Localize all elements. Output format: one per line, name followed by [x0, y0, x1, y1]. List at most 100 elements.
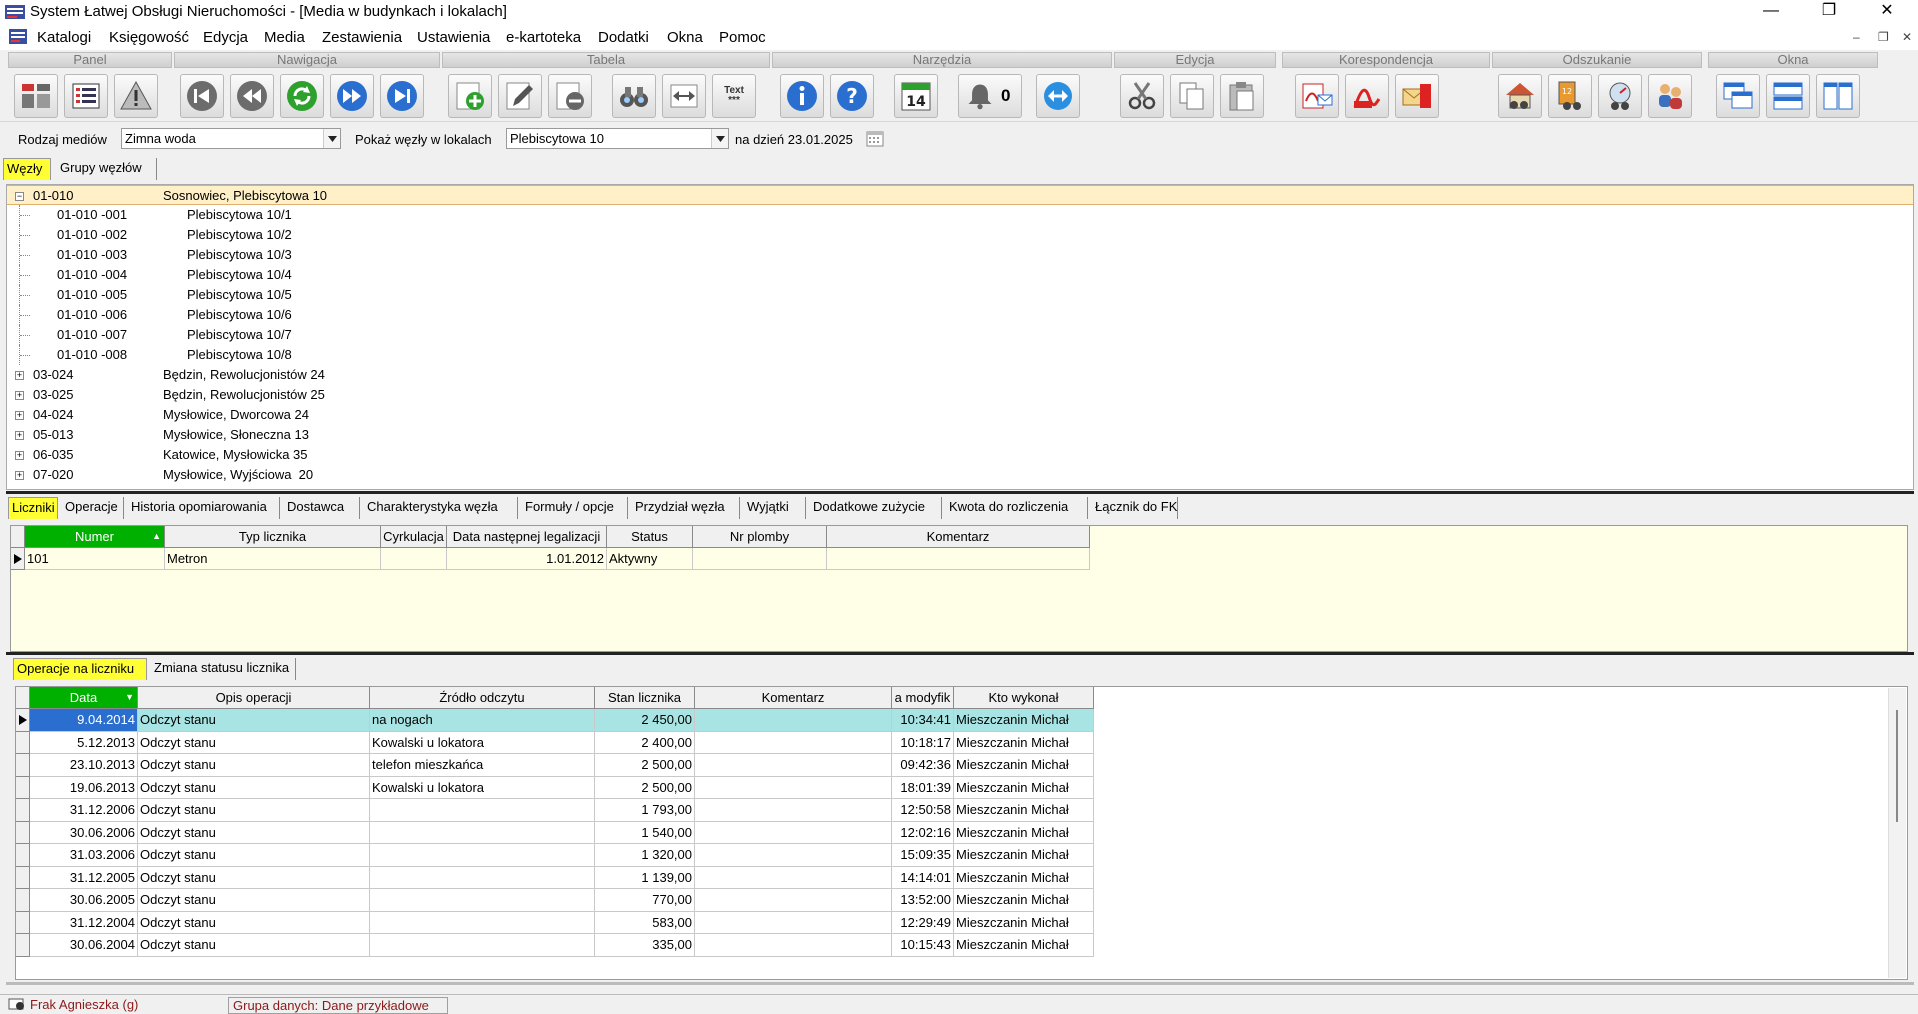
tree-node[interactable]: −01-010 Sosnowiec, Plebiscytowa 10 — [7, 185, 1913, 205]
meter-status-cell[interactable]: Aktywny — [607, 548, 693, 570]
panel-layout-button[interactable] — [14, 74, 58, 118]
tile-horizontal-button[interactable] — [1766, 74, 1810, 118]
text-export-button[interactable]: Text *** — [712, 74, 756, 118]
tree-node[interactable]: 01-010 -002 Plebiscytowa 10/2 — [7, 225, 1913, 245]
tile-vertical-button[interactable] — [1816, 74, 1860, 118]
meter-reading-cell[interactable]: 1 139,00 — [595, 866, 695, 889]
edit-record-button[interactable] — [498, 74, 542, 118]
performed-by-cell[interactable]: Mieszczanin Michał — [954, 754, 1094, 777]
operation-description-cell[interactable]: Odczyt stanu — [138, 821, 370, 844]
tab-detail[interactable]: Operacje — [62, 497, 124, 519]
tree-node[interactable]: +06-035 Katowice, Mysłowicka 35 — [7, 445, 1913, 465]
reading-source-cell[interactable]: Kowalski u lokatora — [370, 731, 595, 754]
column-header[interactable]: Numer ▲ — [25, 526, 165, 548]
reading-source-cell[interactable]: telefon mieszkańca — [370, 754, 595, 777]
operation-date-cell[interactable]: 5.12.2013 — [30, 731, 138, 754]
panel-list-button[interactable] — [64, 74, 108, 118]
performed-by-cell[interactable]: Mieszczanin Michał — [954, 731, 1094, 754]
reading-source-cell[interactable] — [370, 844, 595, 867]
menu-e-kartoteka[interactable]: e-kartoteka — [506, 29, 581, 46]
column-width-button[interactable] — [662, 74, 706, 118]
reading-source-cell[interactable]: Kowalski u lokatora — [370, 776, 595, 799]
find-building-button[interactable] — [1498, 74, 1542, 118]
operation-date-cell[interactable]: 30.06.2005 — [30, 889, 138, 912]
tab-detail[interactable]: Dodatkowe zużycie — [810, 497, 942, 519]
tab-detail[interactable]: Historia opomiarowania — [128, 497, 280, 519]
meter-reading-cell[interactable]: 2 500,00 — [595, 754, 695, 777]
operation-date-cell[interactable]: 23.10.2013 — [30, 754, 138, 777]
tree-node[interactable]: 01-010 -006 Plebiscytowa 10/6 — [7, 305, 1913, 325]
performed-by-cell[interactable]: Mieszczanin Michał — [954, 866, 1094, 889]
operation-description-cell[interactable]: Odczyt stanu — [138, 934, 370, 957]
row-indicator[interactable] — [16, 776, 30, 799]
column-header[interactable]: Cyrkulacja — [381, 526, 447, 548]
tree-node[interactable]: +04-024 Mysłowice, Dworcowa 24 — [7, 405, 1913, 425]
mdi-minimize-button[interactable]: – — [1853, 30, 1860, 44]
column-header[interactable]: a modyfik — [892, 687, 954, 709]
tree-node[interactable]: +03-025 Będzin, Rewolucjonistów 25 — [7, 385, 1913, 405]
operation-description-cell[interactable]: Odczyt stanu — [138, 776, 370, 799]
tab-detail[interactable]: Dostawca — [284, 497, 360, 519]
collapse-icon[interactable]: − — [15, 192, 24, 201]
column-header[interactable]: Data następnej legalizacji — [447, 526, 607, 548]
tab-detail[interactable]: Łącznik do FK — [1092, 497, 1178, 519]
tab-meter-status-change[interactable]: Zmiana statusu licznika — [151, 658, 296, 680]
tab-detail[interactable]: Formuły / opcje — [522, 497, 628, 519]
performed-by-cell[interactable]: Mieszczanin Michał — [954, 709, 1094, 732]
scrollbar-thumb[interactable] — [1896, 710, 1898, 822]
operation-comment-cell[interactable] — [695, 911, 892, 934]
tab-node-groups[interactable]: Grupy węzłów — [57, 158, 157, 180]
column-header[interactable]: Komentarz — [827, 526, 1090, 548]
meter-comment-cell[interactable] — [827, 548, 1090, 570]
menu-media[interactable]: Media — [264, 29, 305, 46]
performed-by-cell[interactable]: Mieszczanin Michał — [954, 776, 1094, 799]
meter-reading-cell[interactable]: 1 793,00 — [595, 799, 695, 822]
maximize-button[interactable]: ❐ — [1806, 0, 1852, 24]
find-unit-button[interactable]: 12 — [1548, 74, 1592, 118]
tab-detail[interactable]: Charakterystyka węzła — [364, 497, 518, 519]
performed-by-cell[interactable]: Mieszczanin Michał — [954, 911, 1094, 934]
add-record-button[interactable] — [448, 74, 492, 118]
modified-time-cell[interactable]: 09:42:36 — [892, 754, 954, 777]
meter-reading-cell[interactable]: 2 400,00 — [595, 731, 695, 754]
tab-detail[interactable]: Liczniki — [8, 497, 58, 519]
operation-description-cell[interactable]: Odczyt stanu — [138, 709, 370, 732]
delete-record-button[interactable] — [548, 74, 592, 118]
next-record-button[interactable] — [330, 74, 374, 118]
find-meter-button[interactable] — [1598, 74, 1642, 118]
meter-reading-cell[interactable]: 1 320,00 — [595, 844, 695, 867]
operation-description-cell[interactable]: Odczyt stanu — [138, 866, 370, 889]
refresh-button[interactable] — [280, 74, 324, 118]
meter-type-cell[interactable]: Metron — [165, 548, 381, 570]
column-header[interactable]: Nr plomby — [693, 526, 827, 548]
notifications-button[interactable]: 0 — [958, 74, 1022, 118]
meter-number-cell[interactable]: 101 — [25, 548, 165, 570]
modified-time-cell[interactable]: 12:29:49 — [892, 911, 954, 934]
row-indicator[interactable] — [16, 934, 30, 957]
reading-source-cell[interactable] — [370, 889, 595, 912]
operation-date-cell[interactable]: 9.04.2014 — [30, 709, 138, 732]
next-legalization-cell[interactable]: 1.01.2012 — [447, 548, 607, 570]
operation-description-cell[interactable]: Odczyt stanu — [138, 844, 370, 867]
row-indicator[interactable] — [16, 911, 30, 934]
reading-source-cell[interactable]: na nogach — [370, 709, 595, 732]
menu-dodatki[interactable]: Dodatki — [598, 29, 649, 46]
row-indicator[interactable] — [16, 754, 30, 777]
modified-time-cell[interactable]: 18:01:39 — [892, 776, 954, 799]
column-header[interactable]: Komentarz — [695, 687, 892, 709]
close-button[interactable]: ✕ — [1864, 0, 1910, 24]
modified-time-cell[interactable]: 12:50:58 — [892, 799, 954, 822]
calendar-button[interactable]: 14 — [894, 74, 938, 118]
meter-reading-cell[interactable]: 770,00 — [595, 889, 695, 912]
media-type-select[interactable]: Zimna woda — [121, 128, 341, 149]
menu-ksiegowosc[interactable]: Księgowość — [109, 29, 189, 46]
row-indicator[interactable] — [11, 548, 25, 570]
tree-node[interactable]: +03-024 Będzin, Rewolucjonistów 24 — [7, 365, 1913, 385]
operation-comment-cell[interactable] — [695, 731, 892, 754]
tree-node[interactable]: 01-010 -005 Plebiscytowa 10/5 — [7, 285, 1913, 305]
operation-date-cell[interactable]: 31.12.2006 — [30, 799, 138, 822]
help-button[interactable]: ? — [830, 74, 874, 118]
mdi-restore-button[interactable]: ❐ — [1878, 30, 1889, 44]
find-person-button[interactable] — [1648, 74, 1692, 118]
expand-icon[interactable]: + — [15, 371, 24, 380]
